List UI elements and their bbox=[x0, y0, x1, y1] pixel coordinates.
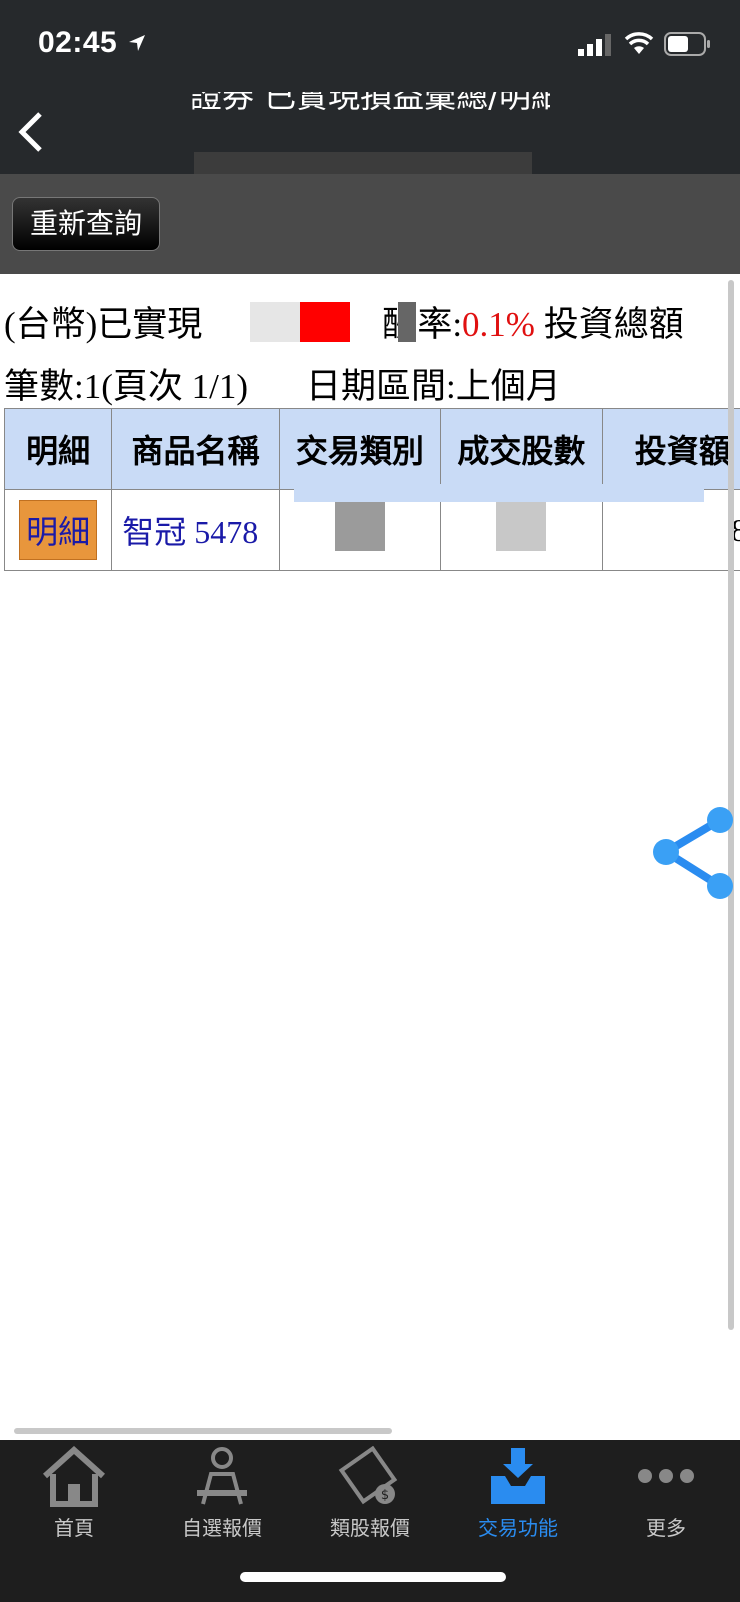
tab-trade[interactable]: 交易功能 bbox=[444, 1446, 592, 1541]
horizontal-scrollbar[interactable] bbox=[14, 1428, 392, 1434]
return-rate-value: 0.1% bbox=[462, 305, 535, 344]
invest-total-label: 投資總額 bbox=[543, 305, 684, 344]
back-chevron-icon[interactable] bbox=[14, 110, 46, 154]
redaction-block bbox=[250, 302, 300, 342]
table-header-row: 明細 商品名稱 交易類別 成交股數 投資額 bbox=[3, 408, 740, 490]
trade-icon bbox=[491, 1448, 545, 1504]
svg-text:$: $ bbox=[381, 1488, 389, 1503]
location-arrow-icon bbox=[129, 35, 145, 51]
redaction-block bbox=[334, 501, 385, 551]
more-icon bbox=[638, 1469, 694, 1483]
tab-more[interactable]: 更多 bbox=[592, 1446, 740, 1541]
return-rate-label: 酬率: bbox=[382, 305, 463, 344]
page-title: 證券 已實現損益彙總/明細 bbox=[190, 92, 550, 115]
redaction-block bbox=[496, 501, 547, 551]
wifi-icon bbox=[624, 32, 654, 54]
home-indicator[interactable] bbox=[240, 1572, 506, 1582]
status-bar: 02:45 bbox=[0, 0, 740, 92]
tab-label: 自選報價 bbox=[182, 1516, 262, 1540]
header-overlay bbox=[294, 484, 704, 502]
tab-label: 首頁 bbox=[54, 1516, 94, 1540]
cellular-signal-icon bbox=[578, 34, 611, 56]
header-shares: 成交股數 bbox=[440, 408, 603, 490]
record-info-line: 筆數:1(頁次 1/1) 日期區間:上個月 bbox=[4, 358, 561, 409]
detail-button[interactable]: 明細 bbox=[19, 500, 98, 560]
header-detail: 明細 bbox=[3, 408, 113, 490]
tab-sector[interactable]: $ 類股報價 bbox=[296, 1446, 444, 1541]
tab-home[interactable]: 首頁 bbox=[0, 1446, 148, 1541]
header-investment: 投資額 bbox=[601, 408, 740, 490]
tab-label: 類股報價 bbox=[330, 1516, 410, 1540]
requery-button[interactable]: 重新查詢 bbox=[12, 197, 160, 251]
tab-label: 更多 bbox=[646, 1516, 686, 1540]
sector-icon: $ bbox=[338, 1446, 398, 1505]
product-link[interactable]: 智冠 5478 bbox=[111, 489, 280, 571]
watchlist-icon bbox=[197, 1447, 247, 1505]
summary-prefix: (台幣)已實現 bbox=[4, 305, 203, 344]
tab-watchlist[interactable]: 自選報價 bbox=[148, 1446, 296, 1541]
header-product: 商品名稱 bbox=[111, 408, 280, 490]
redaction-block-red bbox=[300, 302, 350, 342]
status-time: 02:45 bbox=[38, 26, 118, 59]
share-icon[interactable] bbox=[650, 806, 736, 902]
header-trade-type: 交易類別 bbox=[278, 408, 442, 490]
home-icon bbox=[42, 1446, 106, 1507]
battery-icon bbox=[664, 32, 710, 56]
title-redaction bbox=[194, 152, 532, 174]
vertical-scrollbar[interactable] bbox=[728, 280, 734, 1330]
record-count: 筆數:1(頁次 1/1) bbox=[4, 367, 249, 406]
date-range: 日期區間:上個月 bbox=[306, 367, 561, 406]
redaction-block-dark bbox=[398, 302, 416, 342]
tab-label: 交易功能 bbox=[478, 1516, 558, 1540]
